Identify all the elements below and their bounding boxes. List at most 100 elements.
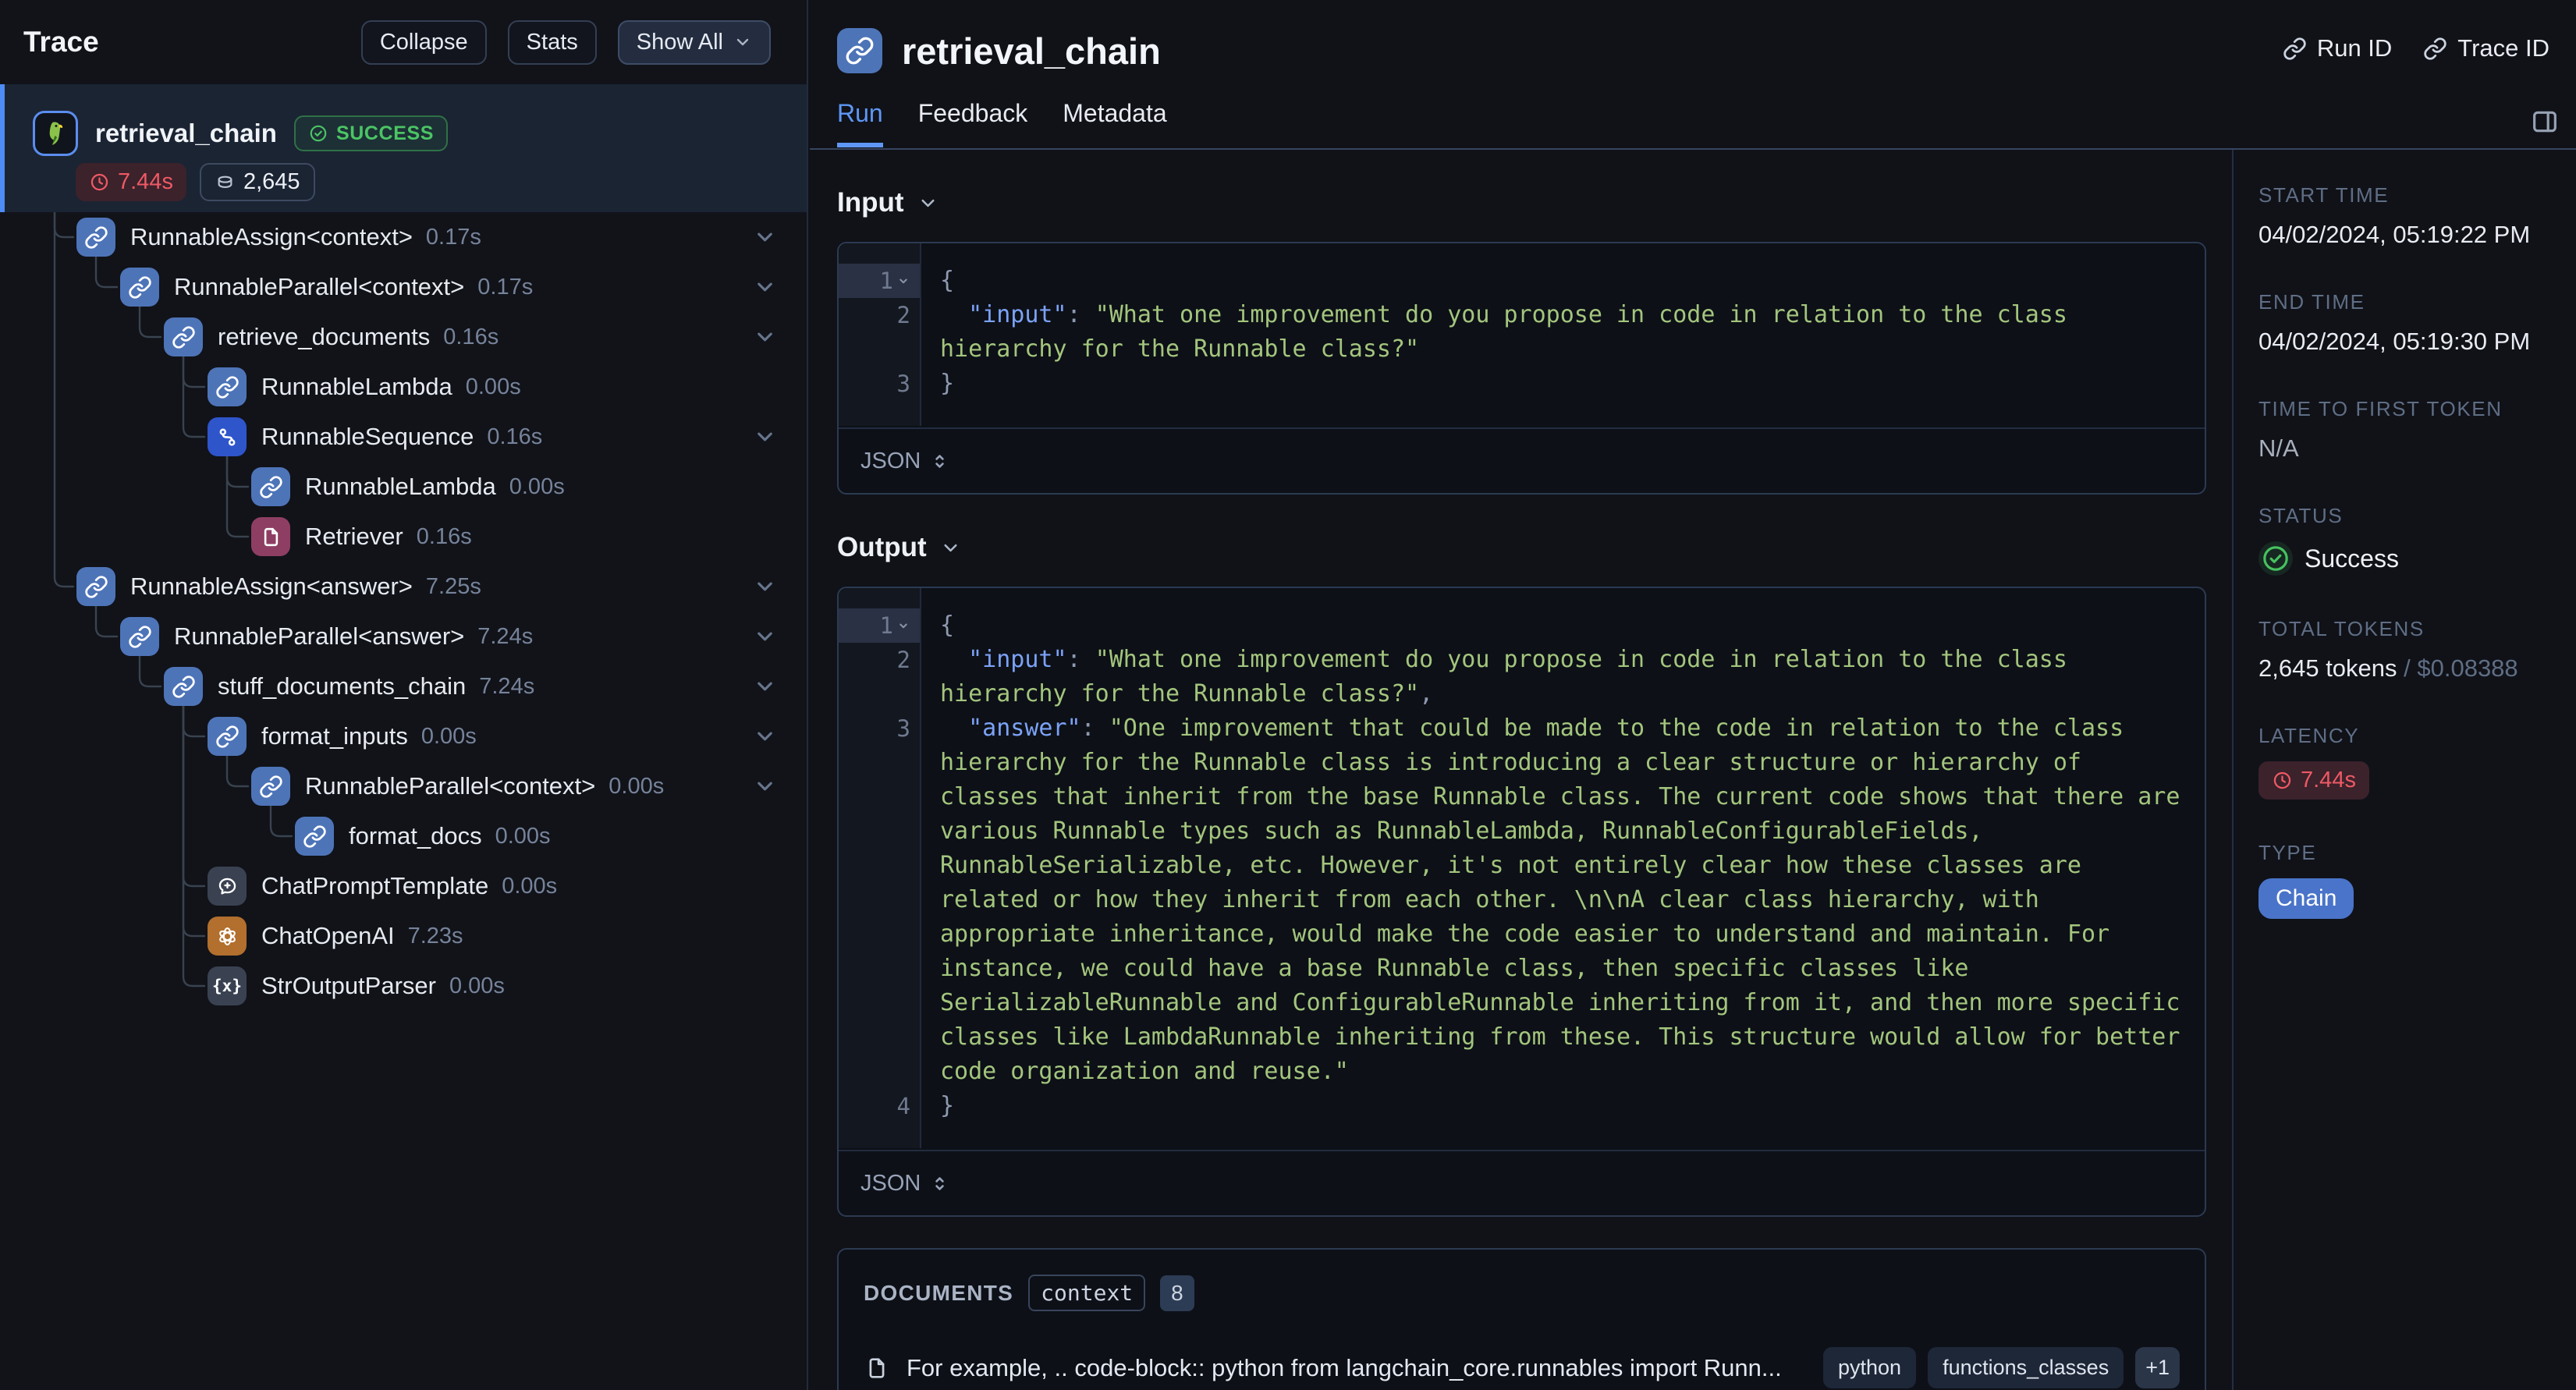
trace-tree-row[interactable]: ChatPromptTemplate 0.00s	[0, 861, 807, 911]
chevron-down-icon[interactable]	[753, 775, 777, 799]
tab-metadata[interactable]: Metadata	[1063, 99, 1166, 147]
fold-chevron-icon[interactable]	[896, 274, 910, 288]
show-all-dropdown[interactable]: Show All	[617, 20, 771, 65]
stat-field: LATENCY 7.44s	[2258, 724, 2562, 800]
stats-button[interactable]: Stats	[507, 20, 597, 65]
file-icon	[864, 1355, 890, 1381]
node-name: RunnableParallel<context>	[174, 273, 465, 300]
json-format-selector[interactable]: JSON	[839, 427, 2205, 493]
trace-tree-row[interactable]: retrieve_documents 0.16s	[0, 312, 807, 362]
line-number: 2	[896, 647, 910, 673]
chain-icon	[208, 717, 247, 756]
code-text: "input": "What one improvement do you pr…	[940, 646, 2081, 707]
trace-tree-row[interactable]: RunnableParallel<answer> 7.24s	[0, 612, 807, 661]
node-name: RunnableLambda	[261, 373, 452, 400]
doc-tag: python	[1823, 1347, 1917, 1388]
show-all-label: Show All	[636, 29, 723, 55]
line-number: 3	[896, 715, 910, 742]
json-format-selector[interactable]: JSON	[839, 1150, 2205, 1215]
clock-icon	[2272, 770, 2293, 791]
trace-tree-row[interactable]: RunnableParallel<context> 0.00s	[0, 761, 807, 811]
latency-badge: 7.44s	[2258, 761, 2369, 800]
code-line: 3}	[839, 367, 2205, 401]
trace-panel: Trace Collapse Stats Show All retrieval_…	[0, 0, 808, 1390]
chevron-down-icon[interactable]	[753, 325, 777, 349]
total-tokens-value: 2,645 tokens / $0.08388	[2258, 654, 2518, 682]
document-tags: python functions_classes +1	[1823, 1347, 2180, 1388]
trace-tree-row[interactable]: RunnableLambda 0.00s	[0, 462, 807, 512]
line-number: 3	[896, 371, 910, 397]
node-name: RunnableAssign<context>	[130, 223, 413, 250]
node-duration: 0.00s	[449, 973, 505, 998]
panel-toggle-icon	[2529, 106, 2560, 137]
clock-icon	[89, 172, 110, 193]
panel-toggle-button[interactable]	[2529, 106, 2560, 137]
unfold-icon	[929, 1173, 950, 1194]
tab-feedback[interactable]: Feedback	[918, 99, 1028, 147]
chevron-down-icon[interactable]	[753, 675, 777, 699]
run-detail-panel: Input 1{2 "input": "What one improvement…	[810, 150, 2232, 1390]
output-section: Output 1{2 "input": "What one improvemen…	[837, 532, 2232, 1217]
code-line: 3 "answer": "One improvement that could …	[839, 711, 2205, 1089]
trace-id-label: Trace ID	[2457, 34, 2549, 62]
chevron-down-icon[interactable]	[753, 725, 777, 749]
trace-tree-row[interactable]: stuff_documents_chain 7.24s	[0, 661, 807, 711]
document-text: For example, .. code-block:: python from…	[907, 1353, 1782, 1381]
collapse-button[interactable]: Collapse	[360, 20, 487, 65]
chain-icon	[164, 317, 203, 356]
chain-icon	[120, 617, 159, 656]
root-run-name: retrieval_chain	[95, 119, 277, 147]
trace-tree-row[interactable]: RunnableParallel<context> 0.17s	[0, 262, 807, 312]
trace-tree-row[interactable]: RunnableLambda 0.00s	[0, 362, 807, 412]
trace-id-button[interactable]: Trace ID	[2423, 34, 2549, 62]
trace-tree-row[interactable]: format_inputs 0.00s	[0, 711, 807, 761]
input-section-heading[interactable]: Input	[837, 187, 2232, 218]
chevron-down-icon[interactable]	[753, 575, 777, 599]
trace-tree-row[interactable]: Retriever 0.16s	[0, 512, 807, 562]
field-label: TOTAL TOKENS	[2258, 617, 2425, 640]
chain-icon	[251, 467, 290, 506]
field-label: LATENCY	[2258, 724, 2360, 747]
trace-tree-row[interactable]: {x} StrOutputParser 0.00s	[0, 961, 807, 1011]
code-text: {	[940, 267, 955, 294]
code-text: }	[940, 370, 955, 397]
chevron-down-icon[interactable]	[753, 225, 777, 250]
retriever-icon	[251, 517, 290, 556]
node-duration: 0.00s	[495, 823, 551, 849]
chevron-down-icon[interactable]	[753, 625, 777, 649]
trace-tree-row[interactable]: RunnableSequence 0.16s	[0, 412, 807, 462]
fold-chevron-icon[interactable]	[896, 619, 910, 633]
trace-tree-root[interactable]: retrieval_chain SUCCESS 7.44s 2,645	[0, 84, 807, 212]
node-duration: 0.00s	[502, 873, 558, 899]
chevron-down-icon[interactable]	[753, 425, 777, 449]
trace-tree-row[interactable]: format_docs 0.00s	[0, 811, 807, 861]
documents-count-badge: 8	[1160, 1275, 1194, 1311]
node-name: retrieve_documents	[218, 323, 431, 350]
output-code-block: 1{2 "input": "What one improvement do yo…	[837, 587, 2206, 1217]
chain-icon	[251, 767, 290, 806]
trace-tree-row[interactable]: RunnableAssign<answer> 7.25s	[0, 562, 807, 612]
run-id-button[interactable]: Run ID	[2283, 34, 2392, 62]
stat-field: TYPE Chain	[2258, 841, 2562, 919]
trace-tree-row[interactable]: RunnableAssign<context> 0.17s	[0, 212, 807, 262]
trace-tree-row[interactable]: ChatOpenAI 7.23s	[0, 911, 807, 961]
code-text: {	[940, 612, 955, 639]
node-duration: 0.00s	[609, 773, 665, 799]
tab-bar: Run Feedback Metadata	[837, 99, 1167, 147]
tab-run[interactable]: Run	[837, 99, 883, 147]
field-label: START TIME	[2258, 183, 2390, 207]
node-name: format_inputs	[261, 722, 408, 750]
openai-icon	[208, 917, 247, 956]
chevron-down-icon[interactable]	[753, 275, 777, 300]
page-title: retrieval_chain	[902, 30, 1161, 72]
chevron-down-icon	[917, 193, 939, 214]
node-duration: 0.17s	[477, 274, 534, 300]
document-row[interactable]: For example, .. code-block:: python from…	[864, 1347, 2180, 1388]
node-duration: 7.25s	[425, 573, 481, 599]
context-key-badge[interactable]: context	[1028, 1275, 1146, 1311]
code-text: }	[940, 1092, 955, 1119]
stat-field: TOTAL TOKENS 2,645 tokens / $0.08388	[2258, 617, 2562, 683]
more-tags-badge: +1	[2135, 1347, 2180, 1388]
output-section-heading[interactable]: Output	[837, 532, 2232, 563]
stat-field: END TIME 04/02/2024, 05:19:30 PM	[2258, 290, 2562, 356]
